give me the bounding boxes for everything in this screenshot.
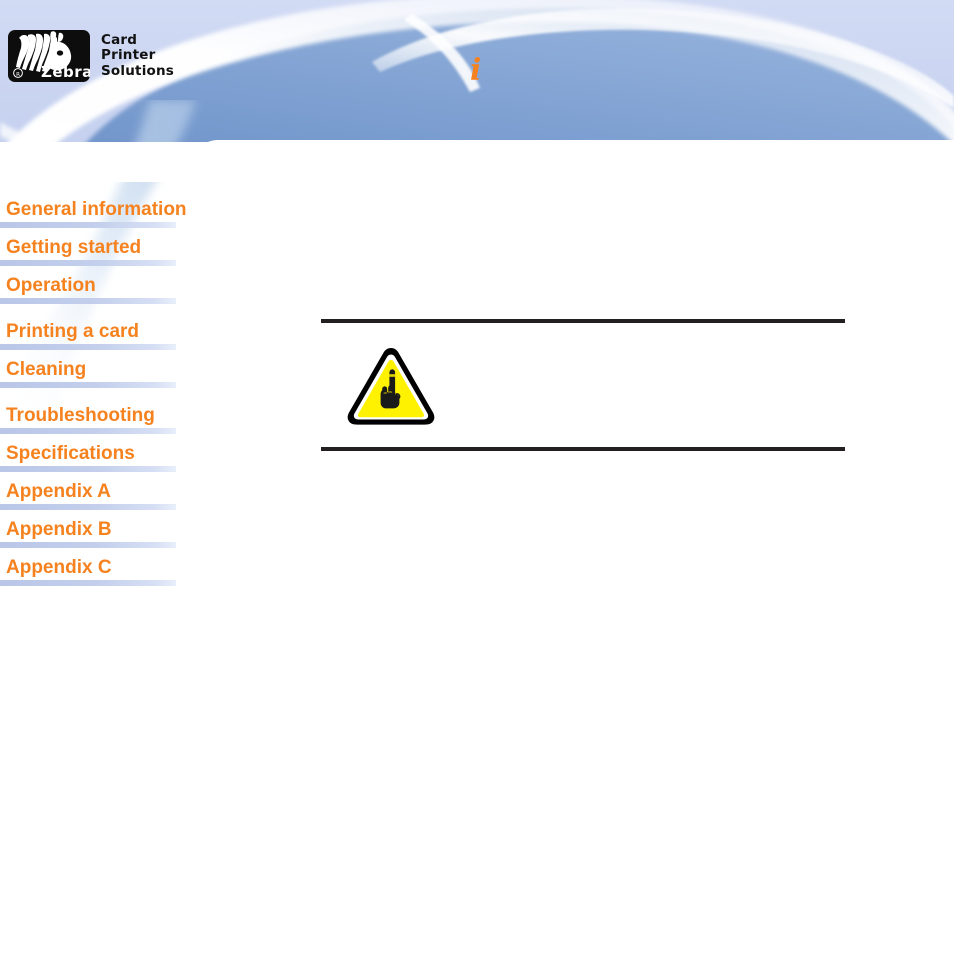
sidebar-item-label: Getting started [6, 237, 142, 258]
sidebar-item-label: Cleaning [6, 359, 87, 380]
note-bottom-rule [321, 447, 845, 451]
sidebar-item-operation[interactable]: Operation [0, 266, 200, 304]
sidebar-item-printing-a-card[interactable]: Printing a card [0, 304, 200, 350]
sidebar-item-cleaning[interactable]: Cleaning [0, 350, 200, 388]
sidebar-item-label: Printing a card [6, 321, 140, 342]
svg-text:R: R [16, 72, 20, 78]
header-white-panel [192, 140, 954, 200]
sidebar-item-general-information[interactable]: General information [0, 190, 200, 228]
svg-text:Zebra: Zebra [41, 63, 90, 81]
sidebar-item-label: Appendix A [6, 481, 111, 502]
sidebar-item-troubleshooting[interactable]: Troubleshooting [0, 388, 200, 434]
note-body [321, 323, 845, 447]
sidebar-item-label: General information [6, 199, 187, 220]
sidebar-item-specifications[interactable]: Specifications [0, 434, 200, 472]
tagline-line-3: Solutions [101, 62, 175, 79]
caution-triangle-pointing-hand-icon [344, 344, 438, 426]
tagline-line-2: Printer [101, 47, 156, 64]
caution-note-box [321, 319, 845, 451]
tagline-line-1: Card [101, 31, 138, 48]
sidebar-nav: General information Getting started Oper… [0, 190, 200, 586]
sidebar-item-appendix-a[interactable]: Appendix A [0, 472, 200, 510]
sidebar-item-appendix-c[interactable]: Appendix C [0, 548, 200, 586]
sidebar-item-rule [0, 580, 176, 586]
sidebar-item-getting-started[interactable]: Getting started [0, 228, 200, 266]
zebra-head-icon: Zebra R [8, 30, 90, 82]
sidebar-item-label: Appendix C [6, 557, 112, 578]
brand-tagline: Card Printer Solutions [101, 31, 175, 80]
info-glyph: i [470, 53, 482, 88]
sidebar-item-label: Operation [6, 275, 96, 296]
sidebar-item-appendix-b[interactable]: Appendix B [0, 510, 200, 548]
sidebar-item-label: Appendix B [6, 519, 112, 540]
sidebar-item-label: Specifications [6, 443, 135, 464]
brand-logo: Zebra R Card Printer Solutions [8, 30, 174, 82]
sidebar-item-label: Troubleshooting [6, 405, 155, 426]
